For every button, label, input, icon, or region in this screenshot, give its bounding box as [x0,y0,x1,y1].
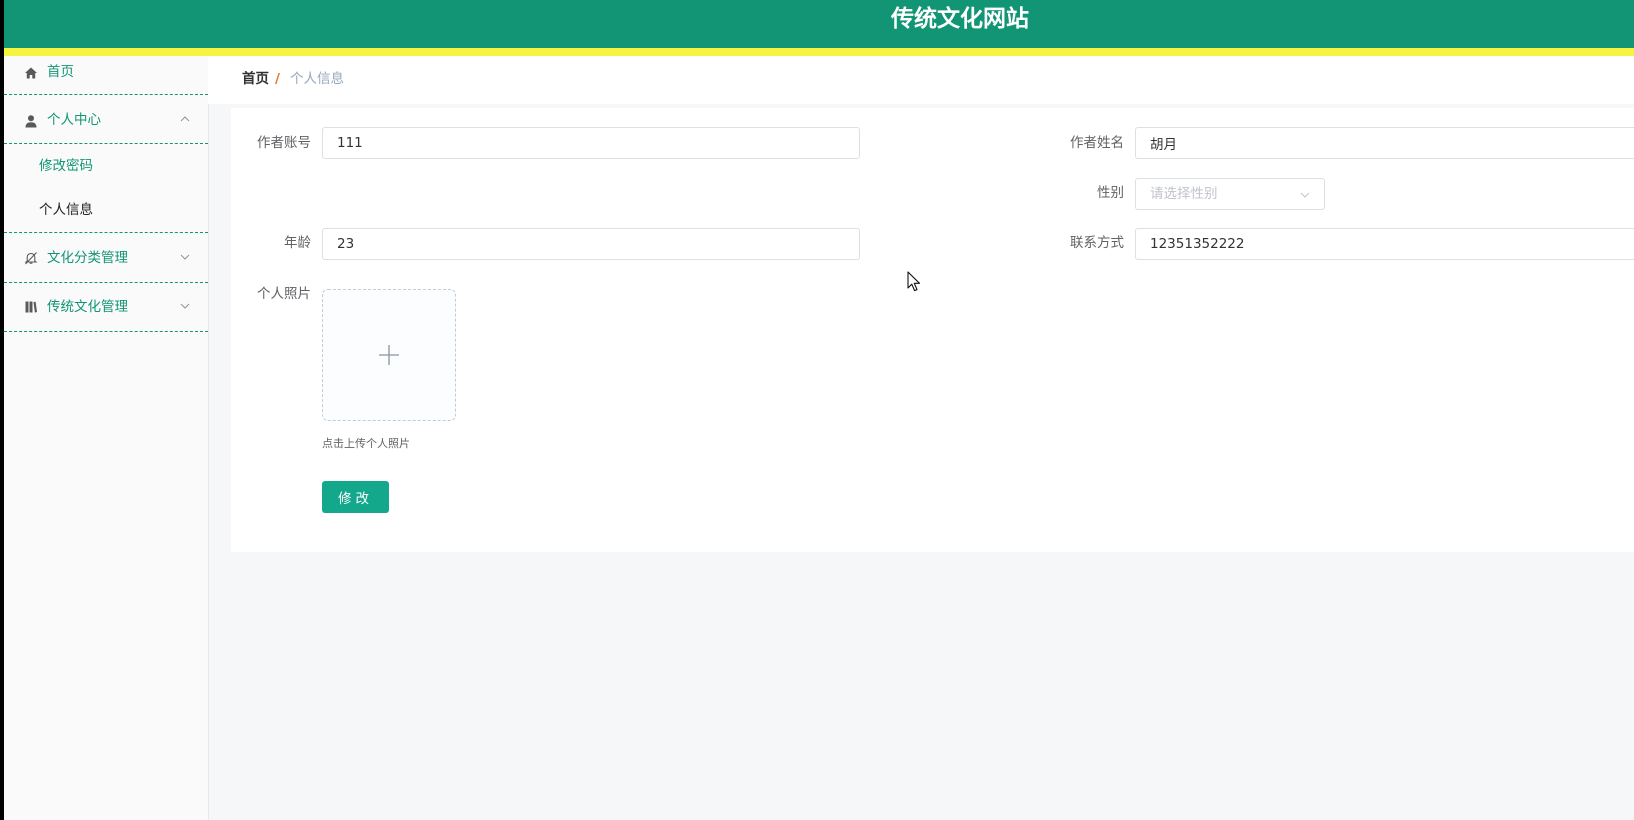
sidebar-subitem-personal-info[interactable]: 个人信息 [4,188,208,232]
photo-uploader[interactable] [322,289,456,421]
sidebar-subitem-change-password[interactable]: 修改密码 [4,144,208,188]
name-label: 作者姓名 [1070,135,1124,151]
account-label: 作者账号 [257,135,311,151]
gender-select[interactable]: 请选择性别 [1135,178,1325,210]
breadcrumb-current: 个人信息 [290,71,344,87]
personal-info-form: 作者账号 作者姓名 性别 请选择性别 年龄 联系方式 个人照片 点击上传个人照片… [231,108,1634,552]
breadcrumb: 首页 / 个人信息 [208,56,1634,104]
account-input[interactable] [322,127,860,159]
photo-label: 个人照片 [257,286,311,302]
sidebar: 首页 个人中心 修改密码 个人信息 文化分类管理 传统文化管理 [4,56,209,820]
mouse-cursor-icon [907,271,921,292]
bell-off-icon [24,251,38,265]
gender-label: 性别 [1097,185,1124,201]
contact-label: 联系方式 [1070,235,1124,251]
upload-tip: 点击上传个人照片 [322,437,410,450]
sidebar-item-culture-category[interactable]: 文化分类管理 [4,232,208,283]
sidebar-item-label: 文化分类管理 [47,250,128,266]
sidebar-subitem-label: 修改密码 [39,158,93,174]
top-header: 传统文化网站 [4,0,1634,48]
chevron-up-icon [180,116,190,122]
chevron-down-icon [180,303,190,309]
book-icon [24,300,38,314]
sidebar-item-culture-management[interactable]: 传统文化管理 [4,282,208,332]
sidebar-item-label: 传统文化管理 [47,299,128,315]
home-icon [24,66,38,80]
breadcrumb-separator: / [275,71,280,87]
sidebar-item-personal-center[interactable]: 个人中心 [4,95,208,144]
plus-icon [379,345,399,365]
chevron-down-icon [180,254,190,260]
app-window: 传统文化网站 首页 个人中心 修改密码 个人信息 文化分类管理 传统文化管理 首… [4,0,1634,820]
breadcrumb-home-link[interactable]: 首页 [242,69,269,89]
age-label: 年龄 [284,235,311,251]
sidebar-item-label: 首页 [47,64,74,80]
site-title: 传统文化网站 [891,6,1029,32]
submit-button[interactable]: 修改 [322,481,389,513]
gender-select-placeholder: 请选择性别 [1150,186,1218,202]
name-input[interactable] [1135,127,1634,159]
age-input[interactable] [322,228,860,260]
sidebar-item-label: 个人中心 [47,112,101,128]
sidebar-subitem-label: 个人信息 [39,202,93,218]
contact-input[interactable] [1135,228,1634,260]
sidebar-item-home[interactable]: 首页 [4,56,208,95]
header-stripe [4,48,1634,56]
chevron-down-icon [1300,192,1310,198]
user-icon [24,114,38,128]
